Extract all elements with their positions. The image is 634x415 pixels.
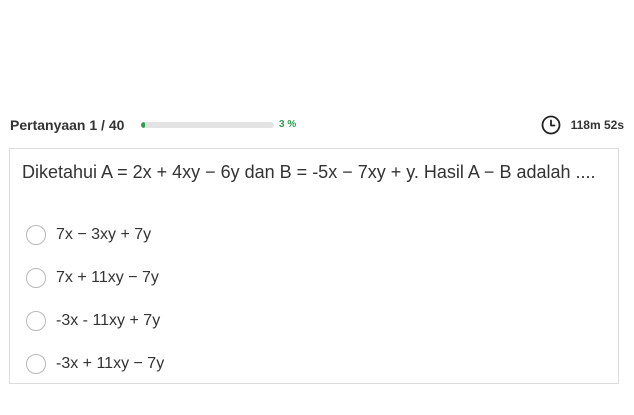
question-counter: Pertanyaan 1 / 40	[10, 117, 125, 133]
clock-icon	[541, 115, 561, 135]
answer-option-label: -3x + 11xy − 7y	[56, 355, 165, 372]
progress-percent: 3 %	[279, 119, 297, 130]
radio-button[interactable]	[26, 268, 46, 288]
timer-text: 118m 52s	[570, 118, 624, 132]
quiz-page: Pertanyaan 1 / 40 3 % 118m 52s Diketahui…	[0, 0, 634, 415]
radio-button[interactable]	[26, 354, 46, 374]
radio-button[interactable]	[26, 311, 46, 331]
answer-option-label: 7x − 3xy + 7y	[56, 226, 152, 243]
radio-button[interactable]	[26, 225, 46, 245]
answer-option-label: 7x + 11xy − 7y	[56, 269, 159, 286]
question-text: Diketahui A = 2x + 4xy − 6y dan B = -5x …	[22, 162, 596, 182]
timer: 118m 52s	[541, 114, 624, 136]
progress-bar	[141, 122, 274, 128]
answer-option-1[interactable]: 7x − 3xy + 7y	[26, 223, 151, 247]
progress-bar-fill	[141, 122, 145, 128]
answer-option-4[interactable]: -3x + 11xy − 7y	[26, 352, 164, 376]
answer-option-2[interactable]: 7x + 11xy − 7y	[26, 266, 159, 290]
answer-option-label: -3x - 11xy + 7y	[56, 312, 161, 329]
question-card: Diketahui A = 2x + 4xy − 6y dan B = -5x …	[9, 148, 619, 384]
quiz-status-bar: Pertanyaan 1 / 40 3 % 118m 52s	[10, 114, 624, 136]
answer-option-3[interactable]: -3x - 11xy + 7y	[26, 309, 160, 333]
